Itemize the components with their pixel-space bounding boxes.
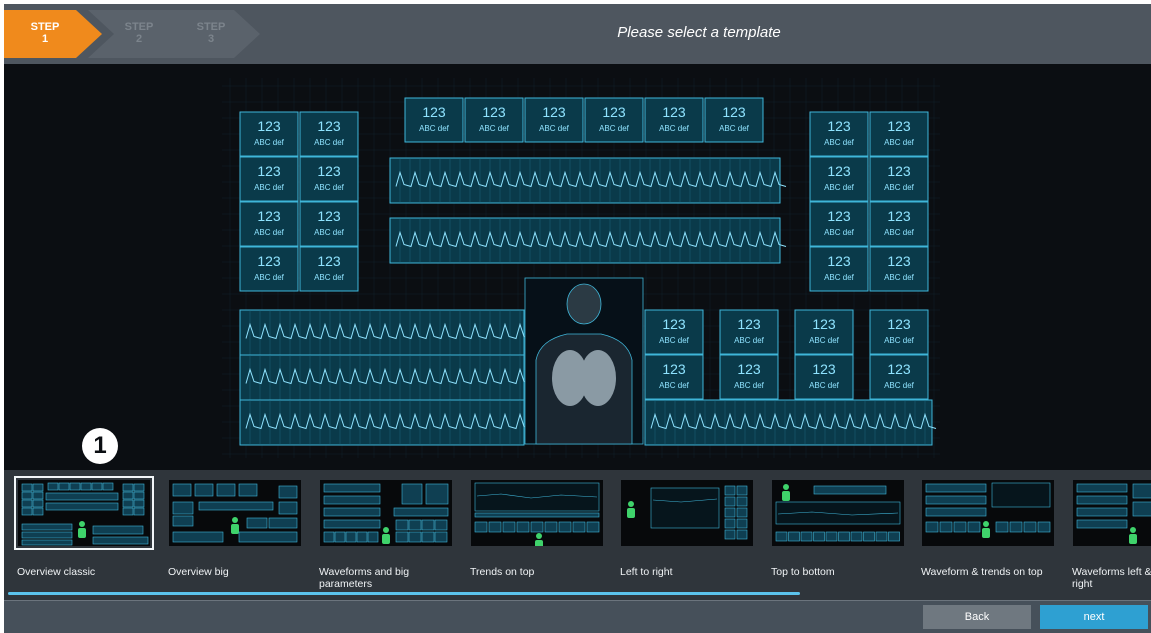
step-1-label: STEP bbox=[30, 21, 60, 33]
parameter-value: 123 bbox=[317, 208, 341, 224]
parameter-label: ABC def bbox=[254, 228, 285, 237]
parameter-label: ABC def bbox=[809, 336, 840, 345]
footer-bar: Back next bbox=[4, 600, 1151, 633]
parameter-label: ABC def bbox=[419, 124, 450, 133]
parameter-value: 123 bbox=[257, 163, 281, 179]
template-thumbnail[interactable] bbox=[621, 480, 753, 546]
parameter-value: 123 bbox=[887, 118, 911, 134]
step-2-number: 2 bbox=[135, 33, 143, 45]
parameter-value: 123 bbox=[887, 361, 911, 377]
parameter-value: 123 bbox=[827, 163, 851, 179]
parameter-label: ABC def bbox=[719, 124, 750, 133]
template-thumbnail[interactable] bbox=[320, 480, 452, 546]
template-label: Overview classic bbox=[17, 566, 96, 578]
template-thumbnail[interactable] bbox=[169, 480, 301, 546]
parameter-label: ABC def bbox=[314, 138, 345, 147]
parameter-label: ABC def bbox=[824, 138, 855, 147]
parameter-label: ABC def bbox=[884, 183, 915, 192]
parameter-label: ABC def bbox=[884, 381, 915, 390]
parameter-value: 123 bbox=[887, 208, 911, 224]
parameter-value: 123 bbox=[317, 253, 341, 269]
parameter-value: 123 bbox=[737, 361, 761, 377]
step-1-indicator: STEP 1 bbox=[4, 10, 102, 58]
template-label: Trends on top bbox=[470, 566, 535, 578]
template-thumbnail[interactable] bbox=[1073, 480, 1151, 546]
parameter-label: ABC def bbox=[734, 381, 765, 390]
parameter-label: ABC def bbox=[314, 183, 345, 192]
template-label: Top to bottom bbox=[771, 566, 835, 578]
parameter-label: ABC def bbox=[254, 138, 285, 147]
parameter-label: ABC def bbox=[254, 183, 285, 192]
parameter-label: ABC def bbox=[314, 228, 345, 237]
template-thumbnail[interactable] bbox=[471, 480, 603, 546]
parameter-value: 123 bbox=[422, 104, 446, 120]
parameter-value: 123 bbox=[812, 361, 836, 377]
parameter-value: 123 bbox=[887, 163, 911, 179]
parameter-label: ABC def bbox=[659, 336, 690, 345]
template-label: Overview big bbox=[168, 566, 229, 578]
parameter-value: 123 bbox=[812, 316, 836, 332]
template-strip: Overview classic Overview big Waveforms an… bbox=[4, 470, 1151, 600]
next-button[interactable]: next bbox=[1040, 605, 1148, 629]
parameter-value: 123 bbox=[257, 208, 281, 224]
page-title: Please select a template bbox=[617, 24, 781, 41]
parameter-value: 123 bbox=[482, 104, 506, 120]
parameter-value: 123 bbox=[257, 118, 281, 134]
parameter-label: ABC def bbox=[884, 273, 915, 282]
parameter-value: 123 bbox=[317, 163, 341, 179]
parameter-value: 123 bbox=[827, 208, 851, 224]
parameter-label: ABC def bbox=[884, 228, 915, 237]
header-bar: STEP 1 STEP 2 STEP 3 Please select a templa… bbox=[4, 4, 1151, 64]
callout-marker-1: 1 bbox=[82, 428, 118, 464]
parameter-label: ABC def bbox=[824, 228, 855, 237]
step-3-label: STEP bbox=[196, 21, 226, 33]
parameter-label: ABC def bbox=[809, 381, 840, 390]
parameter-value: 123 bbox=[662, 104, 686, 120]
right-lung-shape bbox=[580, 350, 616, 406]
head-shape bbox=[566, 283, 602, 325]
parameter-value: 123 bbox=[317, 118, 341, 134]
parameter-label: ABC def bbox=[659, 124, 690, 133]
parameter-label: ABC def bbox=[479, 124, 510, 133]
parameter-value: 123 bbox=[722, 104, 746, 120]
parameter-value: 123 bbox=[887, 253, 911, 269]
preview-canvas: 123 ABC def 123 ABC def 123 ABC def 123 ABC def… bbox=[222, 78, 940, 458]
parameter-label: ABC def bbox=[599, 124, 630, 133]
template-thumbnail[interactable] bbox=[922, 480, 1054, 546]
parameter-label: ABC def bbox=[824, 273, 855, 282]
parameter-value: 123 bbox=[257, 253, 281, 269]
template-thumbnail[interactable] bbox=[772, 480, 904, 546]
parameter-label: ABC def bbox=[734, 336, 765, 345]
waveform-panel bbox=[389, 157, 781, 204]
step-3-number: 3 bbox=[207, 33, 215, 45]
parameter-value: 123 bbox=[737, 316, 761, 332]
template-preview: 123 ABC def 123 ABC def 123 ABC def 123 ABC def… bbox=[222, 78, 940, 458]
parameter-label: ABC def bbox=[884, 138, 915, 147]
back-button[interactable]: Back bbox=[923, 605, 1031, 629]
parameter-label: ABC def bbox=[539, 124, 570, 133]
step-2-label: STEP bbox=[124, 21, 154, 33]
template-label: Waveforms left & parameters right bbox=[1072, 566, 1151, 590]
parameter-value: 123 bbox=[542, 104, 566, 120]
parameter-label: ABC def bbox=[314, 273, 345, 282]
template-label: Waveform & trends on top bbox=[921, 566, 1043, 578]
template-label: Left to right bbox=[620, 566, 673, 578]
parameter-value: 123 bbox=[827, 253, 851, 269]
parameter-label: ABC def bbox=[254, 273, 285, 282]
template-thumbnail[interactable] bbox=[14, 476, 154, 550]
parameter-value: 123 bbox=[662, 316, 686, 332]
parameter-value: 123 bbox=[827, 118, 851, 134]
horizontal-scrollbar[interactable] bbox=[8, 592, 800, 595]
parameter-label: ABC def bbox=[824, 183, 855, 192]
parameter-label: ABC def bbox=[659, 381, 690, 390]
template-label: Waveforms and big parameters bbox=[319, 566, 410, 590]
parameter-value: 123 bbox=[602, 104, 626, 120]
parameter-value: 123 bbox=[887, 316, 911, 332]
step-1-number: 1 bbox=[41, 33, 49, 45]
waveform-panel bbox=[389, 217, 781, 264]
parameter-label: ABC def bbox=[884, 336, 915, 345]
parameter-value: 123 bbox=[662, 361, 686, 377]
app-window: STEP 1 STEP 2 STEP 3 Please select a templa… bbox=[4, 4, 1151, 633]
